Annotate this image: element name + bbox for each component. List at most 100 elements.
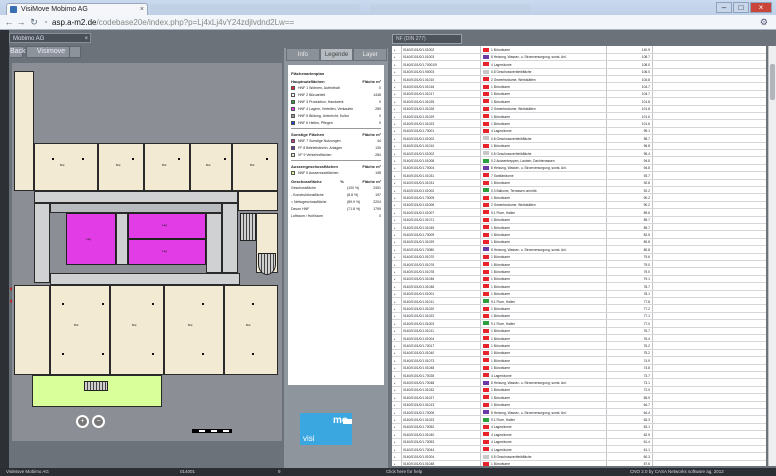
row-expand-icon[interactable]: ▸ xyxy=(394,381,396,385)
corridor[interactable] xyxy=(34,203,50,283)
back-arrow-icon[interactable]: ← xyxy=(3,17,15,28)
tab-legende[interactable]: Legende xyxy=(319,48,354,61)
browser-tab[interactable]: VisiMove Mobimo AG × xyxy=(6,3,148,15)
row-expand-icon[interactable]: ▸ xyxy=(394,455,396,459)
room[interactable] xyxy=(144,143,190,191)
room[interactable] xyxy=(224,285,278,375)
row-expand-icon[interactable]: ▸ xyxy=(394,425,396,429)
row-expand-icon[interactable]: ▸ xyxy=(394,122,396,126)
row-expand-icon[interactable]: ▸ xyxy=(394,411,396,415)
room[interactable] xyxy=(238,191,278,211)
row-expand-icon[interactable]: ▸ xyxy=(394,189,396,193)
row-expand-icon[interactable]: ▸ xyxy=(394,440,396,444)
tab-info[interactable]: Info xyxy=(286,48,320,61)
forward-arrow-icon[interactable]: → xyxy=(15,17,27,28)
row-expand-icon[interactable]: ▸ xyxy=(394,403,396,407)
row-expand-icon[interactable]: ▸ xyxy=(394,322,396,326)
corridor[interactable] xyxy=(222,203,238,273)
row-expand-icon[interactable]: ▸ xyxy=(394,233,396,237)
row-expand-icon[interactable]: ▸ xyxy=(394,240,396,244)
legend-item[interactable]: HNF 3 Produktion, Handwerk 0 xyxy=(291,98,381,105)
close-tab-icon[interactable]: × xyxy=(140,4,144,15)
legend-item[interactable]: NNF 0 Aussennutzflächen 198 xyxy=(291,169,381,176)
url-field[interactable]: asp.a-m2.de/codebase20e/index.php?p=Lj4x… xyxy=(52,17,744,28)
row-expand-icon[interactable]: ▸ xyxy=(394,196,396,200)
corridor[interactable] xyxy=(50,273,240,285)
maximize-icon[interactable]: □ xyxy=(733,2,749,13)
row-expand-icon[interactable]: ▸ xyxy=(394,292,396,296)
corridor[interactable] xyxy=(34,191,238,203)
outdoor-area[interactable] xyxy=(32,375,162,407)
row-expand-icon[interactable]: ▸ xyxy=(394,78,396,82)
room[interactable] xyxy=(14,71,34,191)
row-expand-icon[interactable]: ▸ xyxy=(394,144,396,148)
row-expand-icon[interactable]: ▸ xyxy=(394,277,396,281)
room[interactable] xyxy=(34,143,98,191)
room[interactable] xyxy=(110,285,164,375)
row-expand-icon[interactable]: ▸ xyxy=(394,329,396,333)
row-expand-icon[interactable]: ▸ xyxy=(394,218,396,222)
room[interactable] xyxy=(98,143,144,191)
row-expand-icon[interactable]: ▸ xyxy=(394,85,396,89)
row-expand-icon[interactable]: ▸ xyxy=(394,248,396,252)
legend-item[interactable]: VF 9 Verkehrsflächen 284 xyxy=(291,151,381,158)
row-expand-icon[interactable]: ▸ xyxy=(394,344,396,348)
row-expand-icon[interactable]: ▸ xyxy=(394,396,396,400)
room[interactable] xyxy=(164,285,224,375)
zoom-out-button[interactable]: − xyxy=(92,415,105,428)
row-expand-icon[interactable]: ▸ xyxy=(394,366,396,370)
row-expand-icon[interactable]: ▸ xyxy=(394,285,396,289)
row-expand-icon[interactable]: ▸ xyxy=(394,307,396,311)
legend-item[interactable]: HNF 5 Bildung, Unterricht, Kultur 0 xyxy=(291,112,381,119)
legend-item[interactable]: HNF 6 Heilen, Pflegen 0 xyxy=(291,119,381,126)
floorplan[interactable]: Bür Bür Bür Bür Bür Lag Lag Lag Bür Bür … xyxy=(12,63,282,441)
row-expand-icon[interactable]: ▸ xyxy=(394,63,396,67)
row-expand-icon[interactable]: ▸ xyxy=(394,55,396,59)
room[interactable] xyxy=(232,143,278,191)
row-expand-icon[interactable]: ▸ xyxy=(394,211,396,215)
wrench-icon[interactable]: ⚙ xyxy=(760,17,768,28)
row-expand-icon[interactable]: ▸ xyxy=(394,351,396,355)
row-expand-icon[interactable]: ▸ xyxy=(394,174,396,178)
row-expand-icon[interactable]: ▸ xyxy=(394,462,396,466)
scroll-thumb[interactable] xyxy=(770,64,775,100)
row-expand-icon[interactable]: ▸ xyxy=(394,48,396,52)
back-button[interactable]: Back xyxy=(9,46,26,58)
row-expand-icon[interactable]: ▸ xyxy=(394,448,396,452)
row-expand-icon[interactable]: ▸ xyxy=(394,115,396,119)
legend-item[interactable]: HNF 1 Wohnen, Aufenthalt 0 xyxy=(291,84,381,91)
row-expand-icon[interactable]: ▸ xyxy=(394,270,396,274)
row-expand-icon[interactable]: ▸ xyxy=(394,100,396,104)
left-tab[interactable]: Mobimo AG × xyxy=(9,33,91,43)
room[interactable] xyxy=(50,285,110,375)
row-expand-icon[interactable]: ▸ xyxy=(394,374,396,378)
row-expand-icon[interactable]: ▸ xyxy=(394,359,396,363)
row-expand-icon[interactable]: ▸ xyxy=(394,92,396,96)
room[interactable] xyxy=(190,143,232,191)
legend-item[interactable]: HNF 4 Lagern, Verteilen, Verkaufen 289 xyxy=(291,105,381,112)
row-expand-icon[interactable]: ▸ xyxy=(394,166,396,170)
close-window-icon[interactable]: × xyxy=(750,2,772,13)
row-expand-icon[interactable]: ▸ xyxy=(394,137,396,141)
row-expand-icon[interactable]: ▸ xyxy=(394,388,396,392)
row-expand-icon[interactable]: ▸ xyxy=(394,300,396,304)
legend-item[interactable]: HNF 2 Büroarbeit 1448 xyxy=(291,91,381,98)
table-row[interactable]: ▸ 0140/0101/0/1.01048 1 Büroräume 57.6 xyxy=(392,460,766,466)
row-expand-icon[interactable]: ▸ xyxy=(394,433,396,437)
legend-item[interactable]: NNF 7 Sonstige Nutzungen 44 xyxy=(291,137,381,144)
tab-layer[interactable]: Layer xyxy=(353,48,388,61)
table-tab[interactable]: NF (DIN 277) xyxy=(392,34,462,44)
row-expand-icon[interactable]: ▸ xyxy=(394,152,396,156)
zoom-in-button[interactable]: + xyxy=(76,415,89,428)
row-expand-icon[interactable]: ▸ xyxy=(394,263,396,267)
legend-item[interactable]: FF 8 Betriebstechn. Anlagen 130 xyxy=(291,144,381,151)
toolbar-small-button[interactable] xyxy=(69,46,81,58)
row-expand-icon[interactable]: ▸ xyxy=(394,255,396,259)
row-expand-icon[interactable]: ▸ xyxy=(394,70,396,74)
row-expand-icon[interactable]: ▸ xyxy=(394,159,396,163)
row-expand-icon[interactable]: ▸ xyxy=(394,314,396,318)
help-link[interactable]: Click here for help xyxy=(386,468,422,476)
inner-corridor[interactable] xyxy=(50,203,222,213)
row-expand-icon[interactable]: ▸ xyxy=(394,181,396,185)
row-expand-icon[interactable]: ▸ xyxy=(394,226,396,230)
